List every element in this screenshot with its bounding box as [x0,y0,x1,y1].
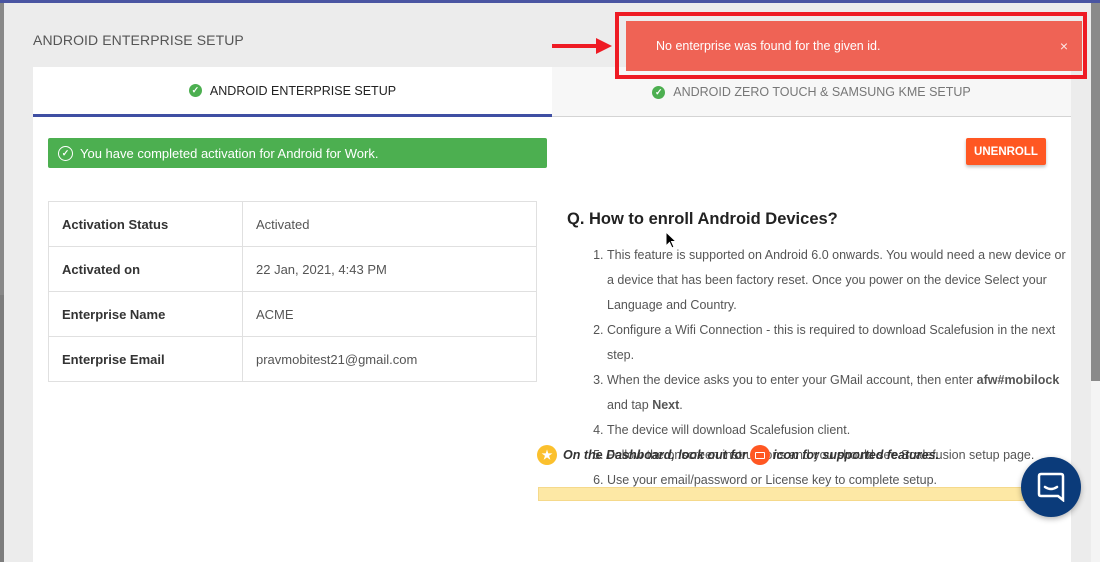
list-item: Configure a Wifi Connection - this is re… [607,318,1067,368]
error-toast: No enterprise was found for the given id… [626,21,1082,71]
check-circle-icon: ✓ [652,85,666,99]
briefcase-icon [750,445,771,465]
info-key: Enterprise Name [48,291,243,337]
check-circle-icon: ✓ [188,84,202,97]
setup-modal: ANDROID ENTERPRISE SETUP ✓ ANDROID ENTER… [4,3,1091,562]
table-row: Activation Status Activated [48,201,537,247]
list-item: This feature is supported on Android 6.0… [607,243,1067,318]
info-banner [538,487,1027,501]
list-item: The device will download Scalefusion cli… [607,418,1067,443]
modal-title: ANDROID ENTERPRISE SETUP [33,32,244,48]
table-row: Enterprise Name ACME [48,291,537,337]
close-icon[interactable]: × [1060,38,1068,54]
tip-text-end: icon for supported features. [773,448,940,462]
chat-launcher-button[interactable] [1021,457,1081,517]
star-icon: ★ [537,445,557,465]
backdrop-right [1091,381,1100,562]
table-row: Enterprise Email pravmobitest21@gmail.co… [48,336,537,382]
arrow-icon [552,38,612,54]
info-key: Enterprise Email [48,336,243,382]
cursor-icon [665,231,677,249]
tab-label: ANDROID ENTERPRISE SETUP [209,83,397,98]
unenroll-button[interactable]: UNENROLL [966,138,1046,165]
step-text: When the device asks you to enter your G… [607,373,977,387]
step-text: and tap [607,398,653,412]
chat-icon [1037,472,1065,502]
step-code: afw#mobilock [976,373,1060,387]
info-value: ACME [242,291,537,337]
tab-label: ANDROID ZERO TOUCH & SAMSUNG KME SETUP [673,85,971,99]
list-item: When the device asks you to enter your G… [607,368,1067,418]
info-value: Activated [242,201,537,247]
info-key: Activated on [48,246,243,292]
info-value: 22 Jan, 2021, 4:43 PM [242,246,537,292]
step-action: Next [652,398,680,412]
check-circle-icon: ✓ [58,145,73,161]
info-key: Activation Status [48,201,243,247]
faq-title: Q. How to enroll Android Devices? [567,210,838,228]
scrollbar-track[interactable] [1091,3,1100,381]
info-value: pravmobitest21@gmail.com [242,336,537,382]
table-row: Activated on 22 Jan, 2021, 4:43 PM [48,246,537,292]
step-text: . [679,398,683,412]
toast-message: No enterprise was found for the given id… [656,39,881,53]
activation-success-alert: ✓ You have completed activation for Andr… [48,138,547,168]
enterprise-info-table: Activation Status Activated Activated on… [48,201,537,382]
tip-text-start: On the Dashboard, look out for [563,448,748,462]
dashboard-tip: ★ On the Dashboard, look out for icon fo… [537,445,939,465]
alert-text: You have completed activation for Androi… [80,145,379,161]
tab-android-enterprise-setup[interactable]: ✓ ANDROID ENTERPRISE SETUP [33,67,552,117]
